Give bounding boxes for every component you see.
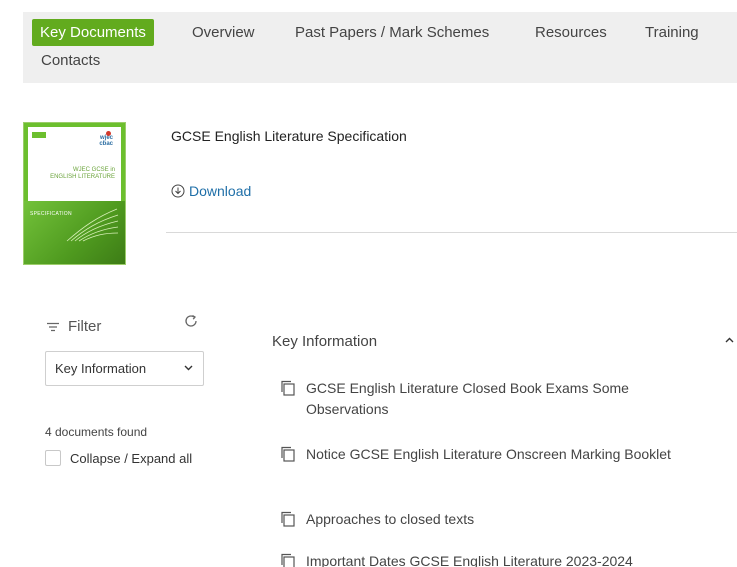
- document-link[interactable]: Important Dates GCSE English Literature …: [306, 551, 696, 567]
- document-icon: [281, 511, 295, 527]
- book-pages-illustration: [66, 208, 119, 242]
- tab-training[interactable]: Training: [645, 24, 699, 41]
- collapse-expand-label: Collapse / Expand all: [70, 450, 193, 466]
- section-title[interactable]: Key Information: [272, 333, 377, 350]
- document-icon: [281, 553, 295, 567]
- download-link[interactable]: Download: [171, 183, 251, 199]
- divider: [166, 232, 737, 233]
- cover-bottom: SPECIFICATION: [24, 201, 125, 264]
- cover-top: wjec cbac WJEC GCSE in ENGLISH LITERATUR…: [24, 123, 125, 201]
- document-list-item[interactable]: Notice GCSE English Literature Onscreen …: [280, 444, 696, 465]
- cover-tag: [32, 132, 46, 138]
- tab-resources[interactable]: Resources: [535, 24, 607, 41]
- document-title: GCSE English Literature Specification: [171, 128, 407, 144]
- collapse-expand-checkbox[interactable]: [45, 450, 61, 466]
- document-list-item[interactable]: Approaches to closed texts: [280, 509, 696, 530]
- document-icon: [281, 446, 295, 462]
- download-icon: [171, 184, 185, 198]
- document-link[interactable]: Approaches to closed texts: [306, 509, 696, 530]
- chevron-down-icon: [184, 365, 193, 371]
- cover-subtitle: WJEC GCSE in ENGLISH LITERATURE: [50, 167, 115, 180]
- document-link[interactable]: GCSE English Literature Closed Book Exam…: [306, 378, 696, 420]
- select-value: Key Information: [55, 361, 147, 376]
- download-label[interactable]: Download: [189, 183, 251, 199]
- filter-header: Filter: [46, 318, 101, 335]
- filter-category-select[interactable]: Key Information: [45, 351, 204, 386]
- collapse-expand-control[interactable]: Collapse / Expand all: [45, 450, 192, 466]
- document-icon: [281, 380, 295, 396]
- filter-label: Filter: [68, 318, 102, 335]
- tab-past-papers[interactable]: Past Papers / Mark Schemes: [295, 24, 489, 41]
- tab-contacts[interactable]: Contacts: [41, 52, 100, 69]
- refresh-icon[interactable]: [183, 313, 199, 329]
- chevron-up-icon[interactable]: [725, 337, 734, 343]
- tab-bar: Key Documents Overview Past Papers / Mar…: [23, 12, 737, 83]
- document-list-item[interactable]: Important Dates GCSE English Literature …: [280, 551, 696, 567]
- specification-cover-image[interactable]: wjec cbac WJEC GCSE in ENGLISH LITERATUR…: [23, 122, 126, 265]
- document-list-item[interactable]: GCSE English Literature Closed Book Exam…: [280, 378, 696, 420]
- tab-overview[interactable]: Overview: [192, 24, 255, 41]
- document-link[interactable]: Notice GCSE English Literature Onscreen …: [306, 444, 696, 465]
- documents-count: 4 documents found: [45, 425, 148, 439]
- tab-key-documents[interactable]: Key Documents: [32, 19, 154, 46]
- filter-lines-icon: [47, 322, 59, 331]
- wjec-logo: wjec cbac: [99, 131, 113, 147]
